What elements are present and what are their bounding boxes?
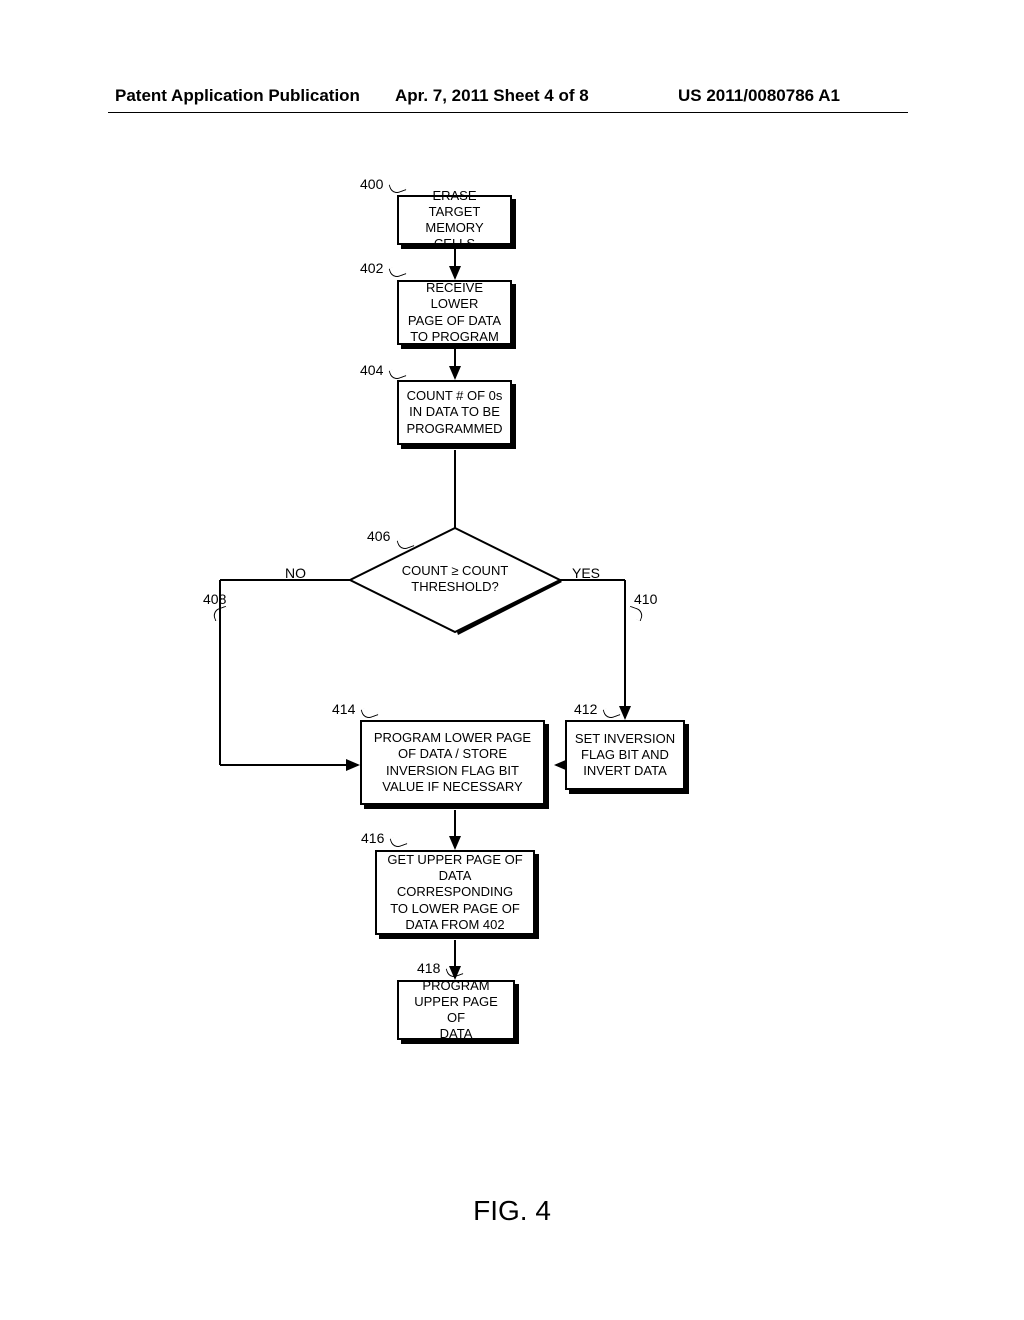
box-program-lower: PROGRAM LOWER PAGE OF DATA / STORE INVER…: [360, 720, 545, 805]
header-center: Apr. 7, 2011 Sheet 4 of 8: [395, 86, 589, 106]
label-408: 408: [203, 591, 226, 607]
figure-caption: FIG. 4: [0, 1195, 1024, 1227]
box-set-inversion: SET INVERSION FLAG BIT AND INVERT DATA: [565, 720, 685, 790]
label-410: 410: [634, 591, 657, 607]
label-418: 418: [417, 960, 440, 976]
box-erase-target: ERASE TARGET MEMORY CELLS: [397, 195, 512, 245]
label-400: 400: [360, 176, 383, 192]
box-receive-lower: RECEIVE LOWER PAGE OF DATA TO PROGRAM: [397, 280, 512, 345]
label-no: NO: [285, 565, 306, 581]
label-416: 416: [361, 830, 384, 846]
header-left: Patent Application Publication: [115, 86, 360, 106]
flowchart: ERASE TARGET MEMORY CELLS RECEIVE LOWER …: [0, 150, 1024, 1250]
box-count-zeros: COUNT # OF 0s IN DATA TO BE PROGRAMMED: [397, 380, 512, 445]
flowchart-lines: [0, 150, 1024, 1250]
header-right: US 2011/0080786 A1: [678, 86, 840, 106]
label-414: 414: [332, 701, 355, 717]
decision-text: COUNT ≥ COUNT THRESHOLD?: [395, 563, 515, 594]
label-406: 406: [367, 528, 390, 544]
label-404: 404: [360, 362, 383, 378]
label-yes: YES: [572, 565, 600, 581]
label-412: 412: [574, 701, 597, 717]
label-402: 402: [360, 260, 383, 276]
box-program-upper: PROGRAM UPPER PAGE OF DATA: [397, 980, 515, 1040]
header-rule: [108, 112, 908, 113]
box-get-upper: GET UPPER PAGE OF DATA CORRESPONDING TO …: [375, 850, 535, 935]
